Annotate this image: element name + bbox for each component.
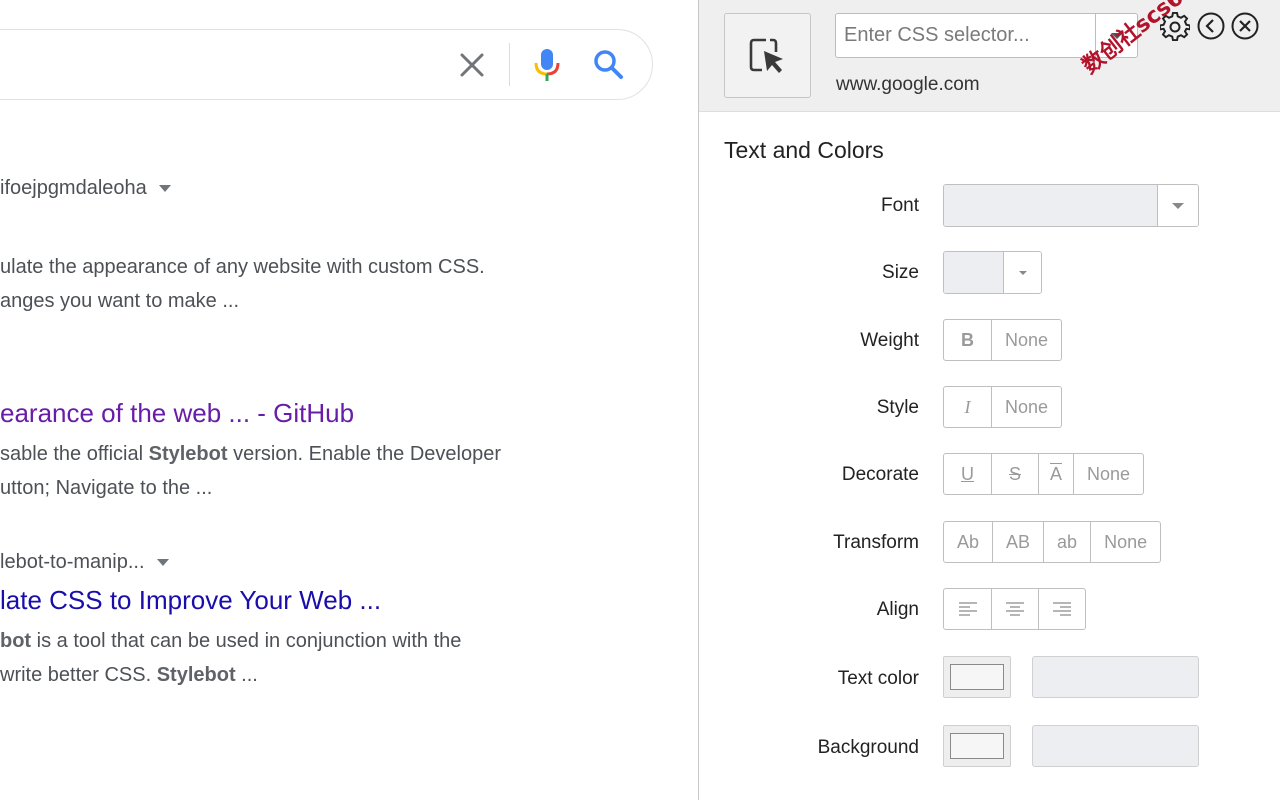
current-domain: www.google.com [836,74,980,95]
weight-button-group: B None [943,319,1063,361]
snippet-text: is a tool that can be used in conjunctio… [31,630,462,652]
result-3-snippet-line-2: write better CSS. Stylebot ... [0,658,258,692]
weight-none-button[interactable]: None [991,320,1061,360]
close-circle-icon[interactable] [1230,11,1260,41]
transform-none-button[interactable]: None [1090,522,1160,562]
transform-button-group: Ab AB ab None [943,521,1162,563]
result-1-snippet-line-2: anges you want to make ... [0,284,239,318]
chevron-down-icon [1172,202,1184,209]
snippet-text: version. Enable the Developer [227,443,502,465]
result-3-title-link[interactable]: late CSS to Improve Your Web ... [0,585,381,616]
align-center-button[interactable] [991,589,1038,629]
weight-label: Weight [860,330,919,351]
text-color-swatch-preview [950,664,1004,690]
transform-capitalize-button[interactable]: Ab [944,522,992,562]
decorate-underline-button[interactable]: U [944,454,991,494]
weight-bold-button[interactable]: B [944,320,991,360]
style-button-group: I None [943,386,1063,428]
decorate-button-group: U S A None [943,453,1145,495]
snippet-text: ... [235,664,258,686]
result-2-snippet-line-1: sable the official Stylebot version. Ena… [0,437,501,471]
result-2-title-link[interactable]: earance of the web ... - GitHub [0,398,354,429]
font-select[interactable] [943,184,1199,227]
size-select[interactable] [943,251,1042,294]
transform-label: Transform [833,532,919,553]
font-dropdown-button[interactable] [1157,185,1198,226]
back-arrow-icon[interactable] [1196,11,1226,41]
section-title: Text and Colors [724,137,884,163]
align-label: Align [876,599,919,620]
css-selector-input[interactable] [836,14,1095,57]
panel-header: www.google.com 数创社scs66 [699,0,1280,112]
style-italic-button[interactable]: I [944,387,991,427]
element-picker-button[interactable] [724,13,811,98]
result-1-cite: ifoejpgmdaleoha [0,177,171,200]
size-dropdown-button[interactable] [1003,252,1041,293]
style-none-button[interactable]: None [991,387,1061,427]
snippet-text: anges you want to make ... [0,290,240,312]
text-color-input[interactable] [1032,656,1199,698]
align-left-icon [958,602,977,616]
text-color-label: Text color [837,668,919,689]
snippet-keyword: Stylebot [156,664,236,686]
decorate-label: Decorate [841,464,919,485]
stylebot-panel: www.google.com 数创社scs66 Text and Colors [699,0,1280,800]
align-left-button[interactable] [944,589,991,629]
result-1-cite-text: ifoejpgmdaleoha [0,177,147,199]
result-1-snippet-line-1: ulate the appearance of any website with… [0,250,485,284]
size-select-value [944,252,1003,293]
chevron-down-icon[interactable] [158,185,171,193]
background-color-input[interactable] [1032,725,1199,767]
snippet-keyword: Stylebot [148,443,228,465]
decorate-strikethrough-button[interactable]: S [991,454,1038,494]
microphone-icon[interactable] [533,47,561,83]
text-color-swatch[interactable] [943,656,1011,698]
snippet-text: utton; Navigate to the ... [0,477,213,499]
result-3-snippet-line-1: bot is a tool that can be used in conjun… [0,624,461,658]
close-icon[interactable] [456,49,488,81]
transform-uppercase-button[interactable]: AB [992,522,1043,562]
snippet-text: write better CSS. [0,664,157,686]
align-center-icon [1006,602,1024,616]
align-button-group [943,588,1086,630]
style-label: Style [876,397,919,418]
transform-lowercase-button[interactable]: ab [1043,522,1090,562]
snippet-keyword: bot [0,630,32,652]
background-swatch-preview [950,733,1004,759]
background-color-swatch[interactable] [943,725,1011,767]
search-box-divider [509,43,510,86]
search-icon[interactable] [591,47,625,81]
font-label: Font [880,195,919,216]
chevron-down-icon[interactable] [156,559,169,567]
decorate-overline-button[interactable]: A [1038,454,1073,494]
search-results-page: ifoejpgmdaleoha ulate the appearance of … [0,0,698,800]
background-label: Background [817,737,919,758]
result-3-cite: lebot-to-manip... [0,551,169,574]
cursor-select-icon [749,38,783,73]
align-right-icon [1053,602,1071,616]
align-right-button[interactable] [1038,589,1085,629]
decorate-none-button[interactable]: None [1073,454,1143,494]
size-label: Size [882,262,919,283]
chevron-down-icon [1018,270,1027,275]
snippet-text: sable the official [0,443,149,465]
font-select-value [944,185,1157,226]
result-2-snippet-line-2: utton; Navigate to the ... [0,471,212,505]
result-3-cite-text: lebot-to-manip... [0,551,145,573]
snippet-text: ulate the appearance of any website with… [0,256,485,278]
